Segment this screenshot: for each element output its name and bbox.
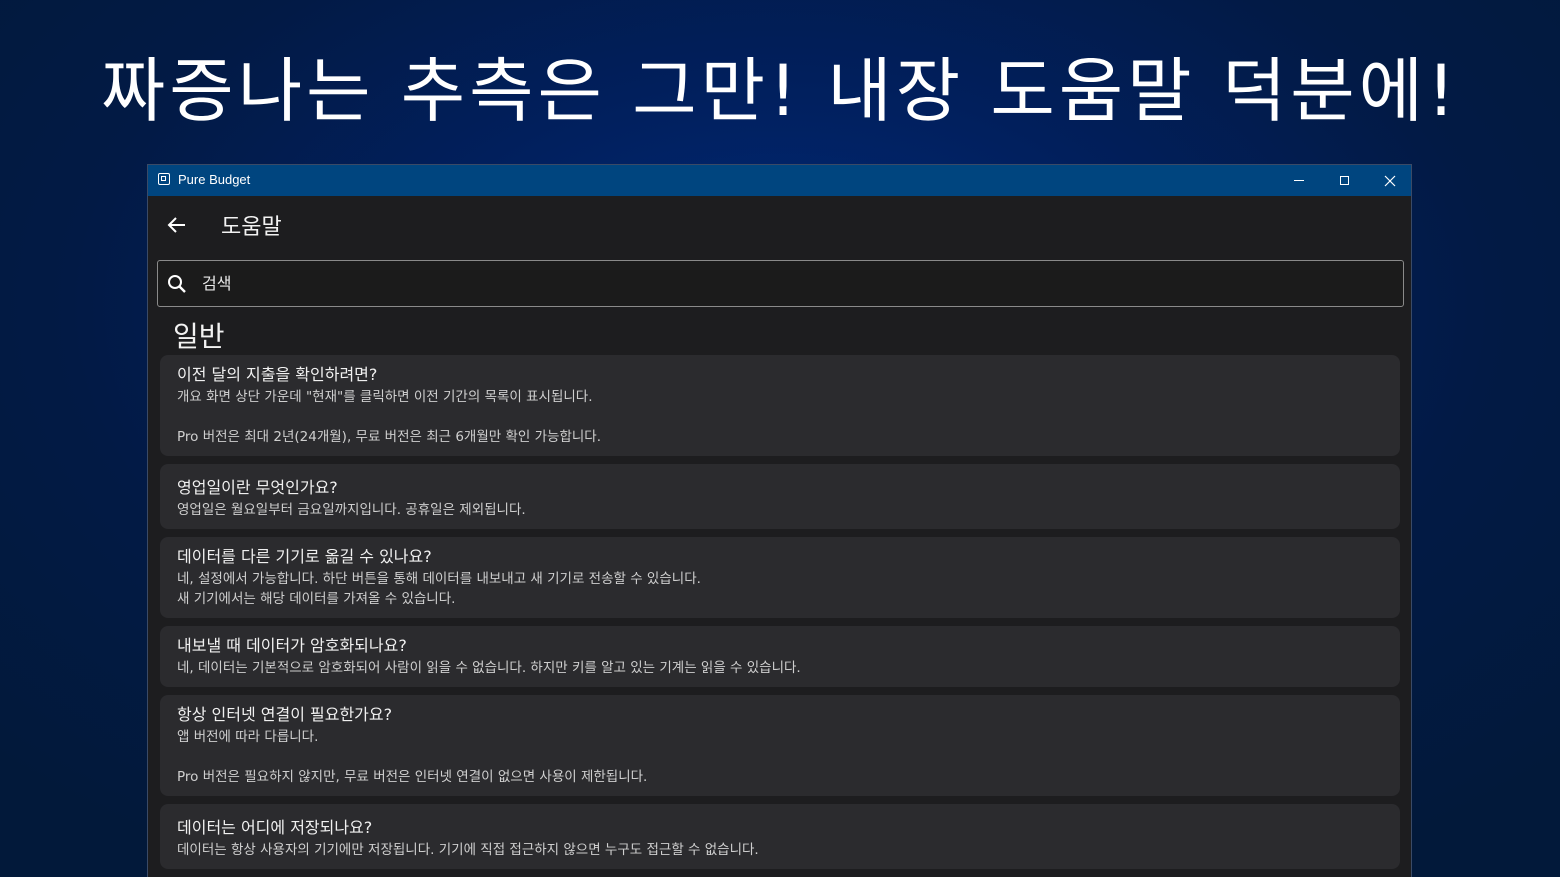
close-button[interactable] <box>1367 165 1411 196</box>
back-button[interactable] <box>162 210 192 240</box>
faq-item[interactable]: 영업일이란 무엇인가요? 영업일은 월요일부터 금요일까지입니다. 공휴일은 제… <box>160 464 1400 529</box>
faq-question: 데이터를 다른 기기로 옮길 수 있나요? <box>177 547 432 566</box>
search-icon <box>168 275 186 293</box>
faq-question: 데이터는 어디에 저장되나요? <box>177 818 373 837</box>
app-window: Pure Budget 도움말 일반 <box>147 164 1412 877</box>
promo-headline: 짜증나는 추측은 그만! 내장 도움말 덕분에! <box>100 50 1460 132</box>
faq-question: 이전 달의 지출을 확인하려면? <box>177 365 378 384</box>
faq-question: 영업일이란 무엇인가요? <box>177 478 338 497</box>
faq-item[interactable]: 이전 달의 지출을 확인하려면? 개요 화면 상단 가운데 "현재"를 클릭하면… <box>160 355 1400 456</box>
title-bar[interactable]: Pure Budget <box>148 165 1411 196</box>
maximize-button[interactable] <box>1321 165 1367 196</box>
search-input[interactable] <box>202 261 1392 306</box>
faq-answer: 개요 화면 상단 가운데 "현재"를 클릭하면 이전 기간의 목록이 표시됩니다… <box>177 389 602 445</box>
faq-item[interactable]: 데이터를 다른 기기로 옮길 수 있나요? 네, 설정에서 가능합니다. 하단 … <box>160 537 1400 618</box>
close-icon <box>1384 175 1396 186</box>
faq-answer: 앱 버전에 따라 다릅니다. Pro 버전은 필요하지 않지만, 무료 버전은 … <box>177 729 648 785</box>
faq-item[interactable]: 항상 인터넷 연결이 필요한가요? 앱 버전에 따라 다릅니다. Pro 버전은… <box>160 695 1400 796</box>
search-box[interactable] <box>157 260 1404 307</box>
minimize-icon <box>1294 180 1304 181</box>
faq-list: 이전 달의 지출을 확인하려면? 개요 화면 상단 가운데 "현재"를 클릭하면… <box>160 355 1400 877</box>
faq-item[interactable]: 내보낼 때 데이터가 암호화되나요? 네, 데이터는 기본적으로 암호화되어 사… <box>160 626 1400 687</box>
page-header: 도움말 <box>148 196 1411 256</box>
page-title: 도움말 <box>221 215 282 240</box>
faq-question: 내보낼 때 데이터가 암호화되나요? <box>177 636 407 655</box>
window-title: Pure Budget <box>178 172 251 187</box>
maximize-icon <box>1339 176 1349 185</box>
app-icon <box>158 173 170 185</box>
minimize-button[interactable] <box>1276 165 1322 196</box>
back-arrow-icon <box>167 217 185 233</box>
section-heading: 일반 <box>173 320 225 353</box>
faq-question: 항상 인터넷 연결이 필요한가요? <box>177 705 393 724</box>
faq-item[interactable]: 데이터는 어디에 저장되나요? 데이터는 항상 사용자의 기기에만 저장됩니다.… <box>160 804 1400 869</box>
faq-answer: 데이터는 항상 사용자의 기기에만 저장됩니다. 기기에 직접 접근하지 않으면… <box>177 842 759 858</box>
faq-answer: 네, 데이터는 기본적으로 암호화되어 사람이 읽을 수 없습니다. 하지만 키… <box>177 660 801 676</box>
faq-answer: 영업일은 월요일부터 금요일까지입니다. 공휴일은 제외됩니다. <box>177 502 526 518</box>
faq-answer: 네, 설정에서 가능합니다. 하단 버튼을 통해 데이터를 내보내고 새 기기로… <box>177 571 701 607</box>
